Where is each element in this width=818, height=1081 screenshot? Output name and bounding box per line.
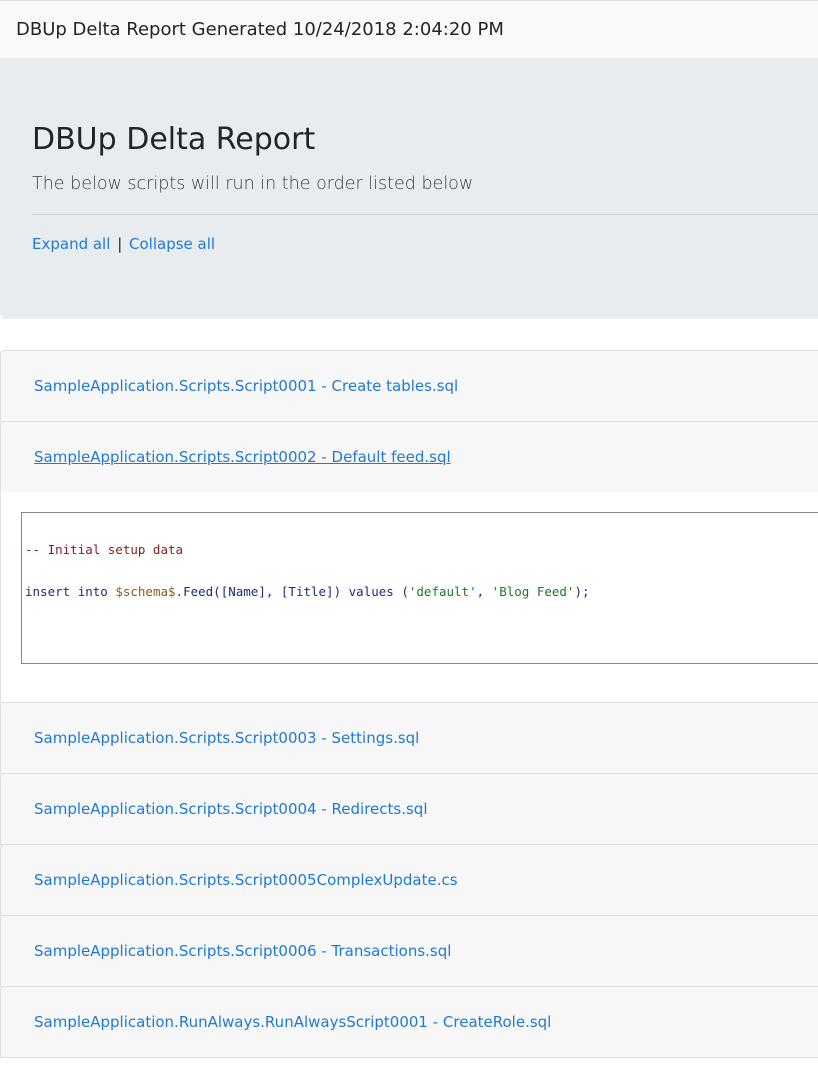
script-link-1[interactable]: SampleApplication.Scripts.Script0001 - C… [34,377,458,395]
script-link-6[interactable]: SampleApplication.Scripts.Script0006 - T… [34,942,451,960]
link-separator: | [117,235,123,253]
script-link-5[interactable]: SampleApplication.Scripts.Script0005Comp… [34,871,458,889]
script-card-header-3[interactable]: SampleApplication.Scripts.Script0003 - S… [0,702,818,774]
toggle-links: Expand all | Collapse all [32,235,215,253]
collapse-all-link[interactable]: Collapse all [129,235,215,253]
header-divider [32,214,818,215]
expand-all-link[interactable]: Expand all [32,235,110,253]
navbar-brand[interactable]: DBUp Delta Report Generated 10/24/2018 2… [16,19,504,40]
script-card-header-5[interactable]: SampleApplication.Scripts.Script0005Comp… [0,844,818,916]
script-link-3[interactable]: SampleApplication.Scripts.Script0003 - S… [34,729,419,747]
script-card-header-6[interactable]: SampleApplication.Scripts.Script0006 - T… [0,915,818,987]
script-link-4[interactable]: SampleApplication.Scripts.Script0004 - R… [34,800,428,818]
script-link-7[interactable]: SampleApplication.RunAlways.RunAlwaysScr… [34,1013,551,1031]
navbar: DBUp Delta Report Generated 10/24/2018 2… [0,0,818,58]
script-card-body-2: -- Initial setup data insert into $schema… [0,492,818,703]
page-title: DBUp Delta Report [32,122,316,157]
script-code-block: -- Initial setup data insert into $schema… [21,512,818,664]
report-header: DBUp Delta Report The below scripts will… [0,58,818,319]
script-card-header-2[interactable]: SampleApplication.Scripts.Script0002 - D… [0,421,818,493]
code-line-insert: insert into $schema$.Feed([Name], [Title… [25,584,590,599]
page-subtitle: The below scripts will run in the order … [32,174,474,194]
script-card-header-7[interactable]: SampleApplication.RunAlways.RunAlwaysScr… [0,986,818,1058]
code-line-comment: -- Initial setup data [25,542,184,557]
script-card-header-1[interactable]: SampleApplication.Scripts.Script0001 - C… [0,350,818,422]
script-link-2[interactable]: SampleApplication.Scripts.Script0002 - D… [34,448,451,466]
scripts-accordion: SampleApplication.Scripts.Script0001 - C… [0,350,818,1058]
script-card-header-4[interactable]: SampleApplication.Scripts.Script0004 - R… [0,773,818,845]
